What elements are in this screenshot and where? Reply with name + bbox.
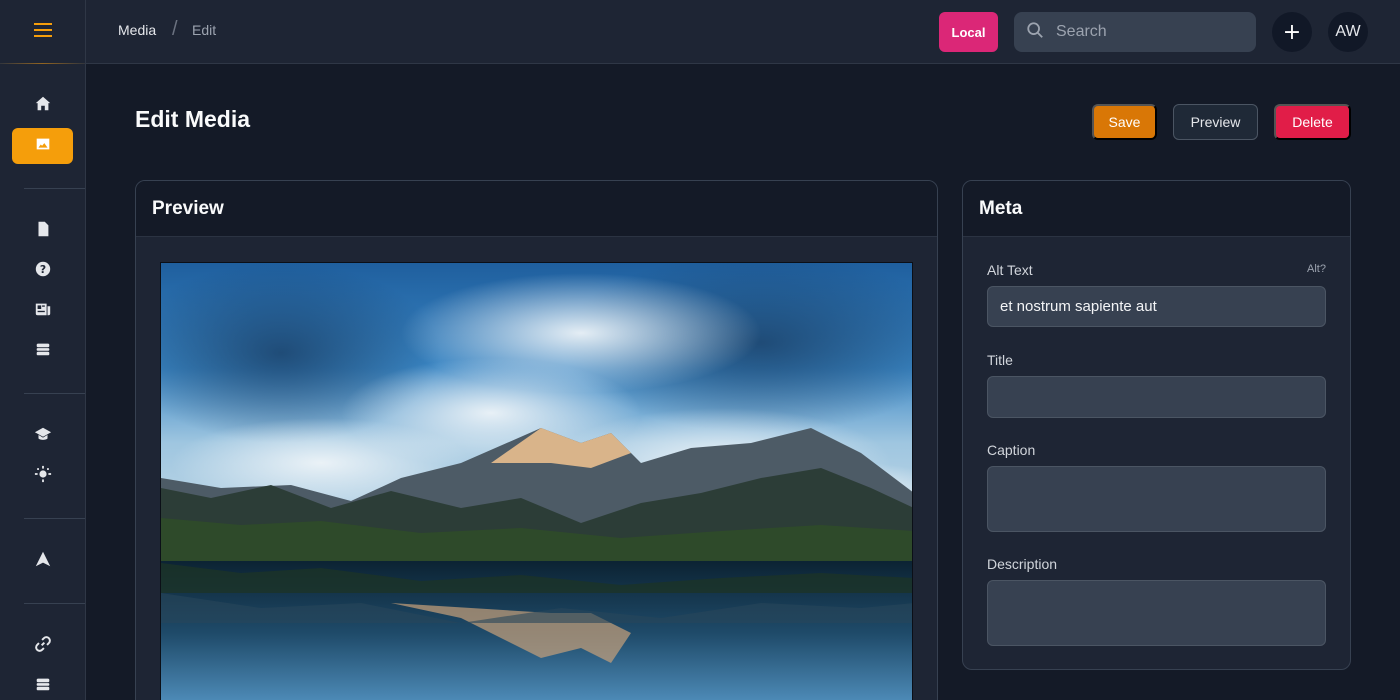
navigation-icon <box>34 550 52 572</box>
avatar[interactable]: AW <box>1328 12 1368 52</box>
sidebar-item-home[interactable] <box>12 88 73 124</box>
svg-text:?: ? <box>39 263 45 276</box>
add-button[interactable]: + <box>1272 12 1312 52</box>
home-icon <box>34 95 52 117</box>
plus-icon: + <box>1282 19 1302 45</box>
search-icon <box>1026 21 1044 43</box>
alt-text-help-link[interactable]: Alt? <box>1307 263 1326 275</box>
academic-cap-icon <box>34 425 52 447</box>
help-icon: ? <box>34 260 52 282</box>
newspaper-icon <box>34 300 52 322</box>
sidebar-divider <box>24 393 85 394</box>
breadcrumb-separator: / <box>172 18 178 40</box>
description-textarea[interactable] <box>987 580 1326 646</box>
topbar: Media / Edit Local + AW <box>86 0 1400 64</box>
breadcrumb-current: Edit <box>192 22 217 38</box>
link-icon <box>34 635 52 657</box>
caption-label: Caption <box>987 442 1036 458</box>
meta-panel: Meta Alt Text Alt? Title Caption Descrip… <box>962 180 1351 670</box>
document-icon <box>34 220 52 242</box>
preview-panel-title: Preview <box>136 181 937 237</box>
page-title: Edit Media <box>135 106 251 132</box>
sidebar-divider <box>24 518 85 519</box>
sidebar-item-links[interactable] <box>12 628 73 664</box>
sidebar-divider <box>24 188 85 189</box>
title-input[interactable] <box>987 376 1326 418</box>
media-preview-image <box>160 262 913 700</box>
description-label: Description <box>987 556 1058 572</box>
caption-textarea[interactable] <box>987 466 1326 532</box>
preview-panel: Preview <box>135 180 938 700</box>
alt-text-input[interactable] <box>987 286 1326 327</box>
lightbulb-icon <box>34 465 52 487</box>
search-box[interactable] <box>1014 12 1256 52</box>
sidebar-item-pages[interactable] <box>12 213 73 249</box>
meta-panel-title: Meta <box>963 181 1350 237</box>
sidebar-item-media[interactable] <box>12 128 73 164</box>
stack-icon <box>34 340 52 362</box>
sidebar-item-posts[interactable] <box>12 293 73 329</box>
search-input[interactable] <box>1056 23 1236 41</box>
title-label: Title <box>987 352 1013 368</box>
menu-icon[interactable] <box>33 22 53 42</box>
sidebar-item-collections[interactable] <box>12 333 73 369</box>
sidebar-header <box>0 0 85 64</box>
sidebar-item-courses[interactable] <box>12 418 73 454</box>
sidebar: ? <box>0 0 86 700</box>
alt-text-label: Alt Text <box>987 262 1033 278</box>
sidebar-item-navigation[interactable] <box>12 543 73 579</box>
sidebar-divider <box>24 603 85 604</box>
sidebar-item-stack[interactable] <box>12 668 73 700</box>
environment-badge[interactable]: Local <box>939 12 998 52</box>
sidebar-item-ideas[interactable] <box>12 458 73 494</box>
save-button[interactable]: Save <box>1092 104 1157 140</box>
stack-icon <box>34 675 52 697</box>
sidebar-item-faq[interactable]: ? <box>12 253 73 289</box>
breadcrumb-media[interactable]: Media <box>118 22 156 38</box>
delete-button[interactable]: Delete <box>1274 104 1351 140</box>
preview-button[interactable]: Preview <box>1173 104 1258 140</box>
image-icon <box>34 135 52 157</box>
